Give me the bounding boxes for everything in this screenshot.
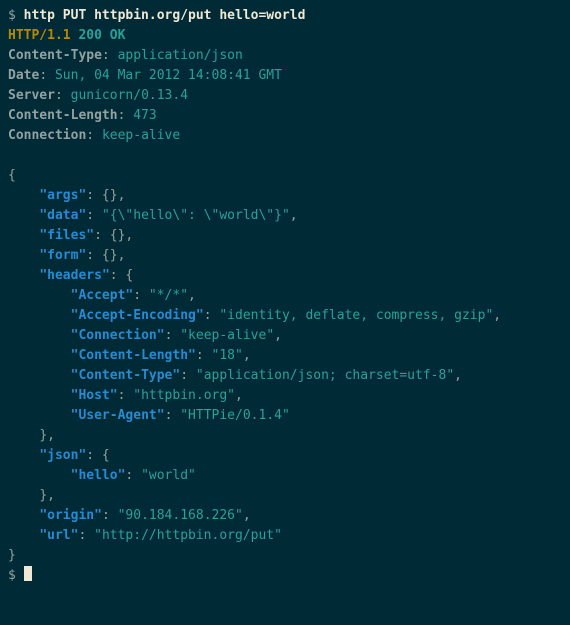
header-key: Content-Length	[8, 108, 118, 123]
command-line: http PUT httpbin.org/put hello=world	[24, 8, 306, 23]
json-key: "headers"	[39, 268, 109, 283]
json-key: "hello"	[71, 468, 126, 483]
json-body: {	[8, 168, 16, 183]
json-value: "{\"hello\": \"world\"}"	[102, 208, 290, 223]
json-value: "identity, deflate, compress, gzip"	[219, 308, 493, 323]
terminal-output[interactable]: $ http PUT httpbin.org/put hello=world H…	[0, 0, 570, 592]
json-value: "keep-alive"	[180, 328, 274, 343]
json-key: "Content-Type"	[71, 368, 181, 383]
header-key: Content-Type	[8, 48, 102, 63]
cursor	[24, 566, 32, 581]
header-key: Server	[8, 88, 55, 103]
json-key: "form"	[39, 248, 86, 263]
json-value: "90.184.168.226"	[118, 508, 243, 523]
header-value: gunicorn/0.13.4	[71, 88, 188, 103]
header-key: Date	[8, 68, 39, 83]
prompt-symbol: $	[8, 568, 16, 583]
header-value: application/json	[118, 48, 243, 63]
json-value: "http://httpbin.org/put"	[94, 528, 282, 543]
json-key: "files"	[39, 228, 94, 243]
json-value: "httpbin.org"	[133, 388, 235, 403]
json-key: "url"	[39, 528, 78, 543]
json-key: "User-Agent"	[71, 408, 165, 423]
json-key: "Host"	[71, 388, 118, 403]
json-value: "application/json; charset=utf-8"	[196, 368, 454, 383]
json-key: "Accept-Encoding"	[71, 308, 204, 323]
json-key: "args"	[39, 188, 86, 203]
json-key: "Accept"	[71, 288, 134, 303]
header-value: Sun, 04 Mar 2012 14:08:41 GMT	[55, 68, 282, 83]
header-value: 473	[133, 108, 156, 123]
json-value: "HTTPie/0.1.4"	[180, 408, 290, 423]
json-key: "data"	[39, 208, 86, 223]
header-key: Connection	[8, 128, 86, 143]
http-version: HTTP/1.1	[8, 28, 71, 43]
json-value: "18"	[212, 348, 243, 363]
prompt-symbol: $	[8, 8, 16, 23]
json-value: "*/*"	[149, 288, 188, 303]
json-key: "Connection"	[71, 328, 165, 343]
header-value: keep-alive	[102, 128, 180, 143]
json-key: "json"	[39, 448, 86, 463]
json-value: "world"	[141, 468, 196, 483]
json-key: "origin"	[39, 508, 102, 523]
http-status-text: OK	[110, 28, 126, 43]
http-status-code: 200	[78, 28, 101, 43]
json-key: "Content-Length"	[71, 348, 196, 363]
